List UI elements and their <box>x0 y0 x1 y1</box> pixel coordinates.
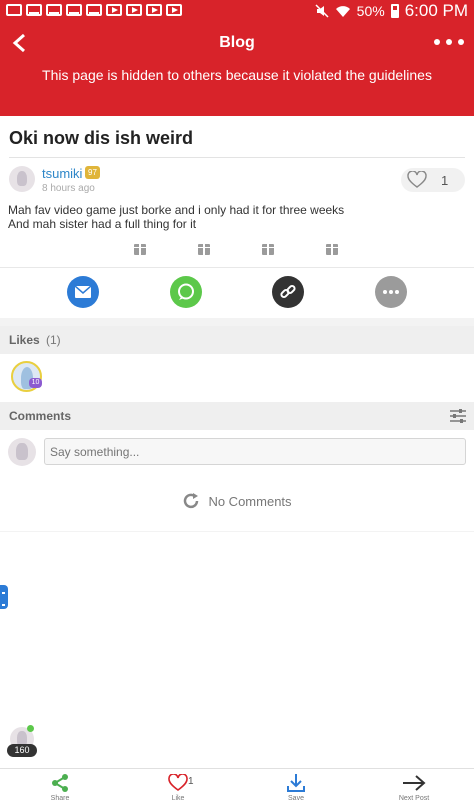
youtube-icon <box>106 4 122 16</box>
copy-link-button[interactable] <box>272 276 304 308</box>
save-label: Save <box>288 795 304 802</box>
likes-label: Likes <box>9 333 40 347</box>
gift-row <box>0 244 474 258</box>
gift-icon[interactable] <box>134 244 146 255</box>
heart-icon <box>407 171 427 188</box>
like-label: Like <box>171 795 185 802</box>
author-name[interactable]: tsumiki <box>42 166 82 181</box>
heart-icon <box>168 774 188 791</box>
gift-icon[interactable] <box>262 244 274 255</box>
side-drawer-handle[interactable] <box>0 585 8 609</box>
bottom-action-bar: Share Like Save Next Post <box>0 768 474 808</box>
bottom-like-count: 1 <box>188 776 194 787</box>
notification-icon <box>66 4 82 16</box>
refresh-icon <box>184 493 199 509</box>
next-post-label: Next Post <box>398 795 430 802</box>
post-time: 8 hours ago <box>42 183 95 194</box>
status-bar: 50% 6:00 PM <box>0 0 474 20</box>
post-body-line: And mah sister had a full thing for it <box>8 217 197 231</box>
youtube-icon <box>146 4 162 16</box>
floating-count-badge: 160 <box>7 744 37 757</box>
battery-icon <box>390 4 399 18</box>
online-indicator <box>27 725 34 732</box>
header-bar: 50% 6:00 PM Blog This page is hidden to … <box>0 0 474 116</box>
clock: 6:00 PM <box>404 1 468 20</box>
like-bottom-button[interactable]: Like <box>148 773 208 802</box>
share-icon <box>52 774 68 792</box>
chat-bubble-icon <box>178 283 194 300</box>
share-label: Share <box>50 795 70 802</box>
dot-icon <box>434 39 440 45</box>
arrow-right-icon <box>403 775 426 791</box>
comment-input[interactable] <box>44 438 466 465</box>
post-body: Mah fav video game just borke and i only… <box>8 203 448 231</box>
like-count: 1 <box>441 172 449 188</box>
battery-percent: 50% <box>356 3 385 19</box>
notification-icons <box>6 4 182 16</box>
save-button[interactable]: Save <box>266 773 326 802</box>
liker-level-badge: 10 <box>29 378 42 388</box>
comments-label: Comments <box>9 409 72 423</box>
youtube-icon <box>166 4 182 16</box>
cast-icon <box>6 4 22 16</box>
wifi-icon <box>335 6 350 17</box>
share-email-button[interactable] <box>67 276 99 308</box>
download-icon <box>287 774 305 792</box>
likes-count: (1) <box>46 333 61 347</box>
author-avatar[interactable] <box>9 166 35 192</box>
no-comments[interactable]: No Comments <box>0 491 474 511</box>
next-post-button[interactable]: Next Post <box>384 773 444 802</box>
filter-icon[interactable] <box>450 409 466 423</box>
share-chat-button[interactable] <box>170 276 202 308</box>
link-icon <box>280 284 296 299</box>
page-title: Blog <box>219 34 255 51</box>
gift-icon[interactable] <box>198 244 210 255</box>
status-right: 50% 6:00 PM <box>315 1 468 21</box>
section-spacer <box>0 318 474 326</box>
more-options-button[interactable] <box>434 32 464 52</box>
author-level-badge: 97 <box>85 166 100 179</box>
post-body-line: Mah fav video game just borke and i only… <box>8 203 345 217</box>
dot-icon <box>446 39 452 45</box>
email-icon <box>75 286 91 298</box>
more-dots-icon <box>383 290 399 294</box>
comments-header: Comments <box>0 402 474 430</box>
share-button[interactable]: Share <box>30 773 90 802</box>
notification-icon <box>46 4 62 16</box>
divider <box>0 531 474 532</box>
post-title: Oki now dis ish weird <box>9 128 194 148</box>
likes-header: Likes (1) <box>0 326 474 354</box>
hidden-notice: This page is hidden to others because it… <box>42 67 432 83</box>
no-comments-label: No Comments <box>208 493 292 509</box>
divider <box>9 157 465 158</box>
share-row <box>0 276 474 310</box>
notification-icon <box>86 4 102 16</box>
dot-icon <box>458 39 464 45</box>
mute-icon <box>315 4 329 18</box>
youtube-icon <box>126 4 142 16</box>
my-avatar <box>8 438 36 466</box>
gift-icon[interactable] <box>326 244 338 255</box>
share-more-button[interactable] <box>375 276 407 308</box>
notification-icon <box>26 4 42 16</box>
divider <box>0 267 474 268</box>
like-button[interactable]: 1 <box>401 168 465 192</box>
